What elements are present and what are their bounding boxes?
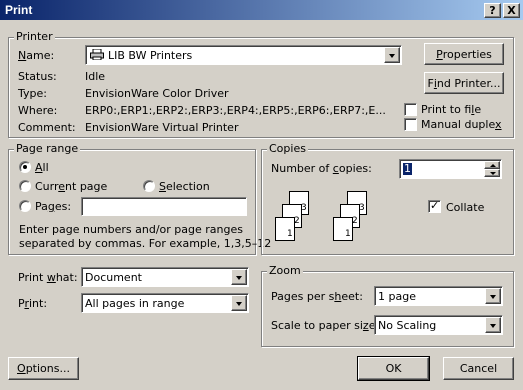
status-label: Status: <box>18 70 57 83</box>
print-dropdown[interactable] <box>231 295 247 311</box>
chevron-down-icon <box>490 324 496 328</box>
close-button[interactable]: X <box>503 3 520 18</box>
printer-group-label: Printer <box>14 30 55 43</box>
cancel-button[interactable]: Cancel <box>443 357 514 380</box>
where-label: Where: <box>18 104 58 117</box>
printer-name-combo[interactable]: LIB BW Printers <box>85 45 402 65</box>
ok-button[interactable]: OK <box>357 356 430 381</box>
chevron-down-icon <box>236 276 242 280</box>
scale-to-paper-size-label: Scale to paper size: <box>271 319 379 332</box>
manual-duplex-label[interactable]: Manual duplex <box>421 118 502 131</box>
type-value: EnvisionWare Color Driver <box>85 87 229 100</box>
print-what-dropdown[interactable] <box>231 269 247 285</box>
copies-value: 1 <box>403 162 412 175</box>
current-page-radio[interactable] <box>19 180 31 192</box>
all-radio[interactable] <box>19 161 31 173</box>
number-of-copies-label: Number of copies: <box>271 162 372 175</box>
collate-label[interactable]: Collate <box>446 201 484 214</box>
printer-name-label: Name: <box>18 49 55 62</box>
print-value: All pages in range <box>85 297 185 310</box>
arrow-down-icon <box>490 172 496 175</box>
scale-to-paper-size-dropdown[interactable] <box>485 317 501 333</box>
zoom-group <box>261 271 514 347</box>
print-label: Print: <box>18 297 48 310</box>
collate-page-icon: 1 <box>275 217 295 241</box>
chevron-down-icon <box>389 54 395 58</box>
options-button[interactable]: Options... <box>8 357 79 380</box>
pages-per-sheet-value: 1 page <box>378 290 416 303</box>
pages-radio[interactable] <box>19 200 31 212</box>
all-radio-label[interactable]: All <box>35 161 49 174</box>
selection-radio[interactable] <box>143 180 155 192</box>
page-range-hint-line2: separated by commas. For example, 1,3,5–… <box>19 237 272 250</box>
chevron-down-icon <box>490 295 496 299</box>
checkmark-icon: ✓ <box>430 199 440 212</box>
zoom-group-label: Zoom <box>267 264 303 277</box>
pages-per-sheet-dropdown[interactable] <box>485 288 501 304</box>
title-bar[interactable]: Print ? X <box>0 0 523 20</box>
comment-label: Comment: <box>18 121 76 134</box>
scale-to-paper-size-combo[interactable]: No Scaling <box>374 315 503 335</box>
chevron-down-icon <box>236 302 242 306</box>
type-label: Type: <box>18 87 47 100</box>
arrow-up-icon <box>490 164 496 167</box>
pages-label[interactable]: Pages: <box>35 200 71 213</box>
pages-per-sheet-label: Pages per sheet: <box>271 290 363 303</box>
copies-increment-button[interactable] <box>484 161 500 169</box>
pages-input[interactable] <box>81 197 247 216</box>
scale-to-paper-size-value: No Scaling <box>378 319 437 332</box>
copies-group-label: Copies <box>267 142 308 155</box>
copies-decrement-button[interactable] <box>484 169 500 177</box>
print-what-combo[interactable]: Document <box>81 267 249 287</box>
printer-icon <box>90 48 104 61</box>
status-value: Idle <box>85 70 106 83</box>
manual-duplex-checkbox[interactable] <box>404 118 417 131</box>
current-page-label[interactable]: Current page <box>35 180 107 193</box>
properties-button[interactable]: Properties <box>424 43 504 65</box>
print-to-file-checkbox[interactable] <box>404 103 417 116</box>
page-range-group-label: Page range <box>14 142 81 155</box>
window-title: Print <box>5 3 33 17</box>
print-to-file-label[interactable]: Print to file <box>421 103 481 116</box>
where-value: ERP0:,ERP1:,ERP2:,ERP3:,ERP4:,ERP5:,ERP6… <box>85 104 386 117</box>
page-range-hint-line1: Enter page numbers and/or page ranges <box>19 223 243 236</box>
print-what-value: Document <box>85 271 142 284</box>
help-button[interactable]: ? <box>484 3 501 18</box>
collate-checkbox[interactable]: ✓ <box>428 199 441 213</box>
find-printer-button[interactable]: Fi nd Printer... <box>424 72 504 94</box>
print-what-label: Print what: <box>18 271 78 284</box>
radio-selected-dot <box>23 165 27 169</box>
collate-page-icon: 1 <box>333 217 353 241</box>
selection-label[interactable]: Selection <box>159 180 210 193</box>
copies-spinner[interactable]: 1 <box>399 159 502 179</box>
pages-per-sheet-combo[interactable]: 1 page <box>374 286 503 306</box>
printer-name-dropdown[interactable] <box>384 47 400 63</box>
printer-name-value: LIB BW Printers <box>108 49 193 62</box>
comment-value: EnvisionWare Virtual Printer <box>85 121 239 134</box>
print-combo[interactable]: All pages in range <box>81 293 249 313</box>
